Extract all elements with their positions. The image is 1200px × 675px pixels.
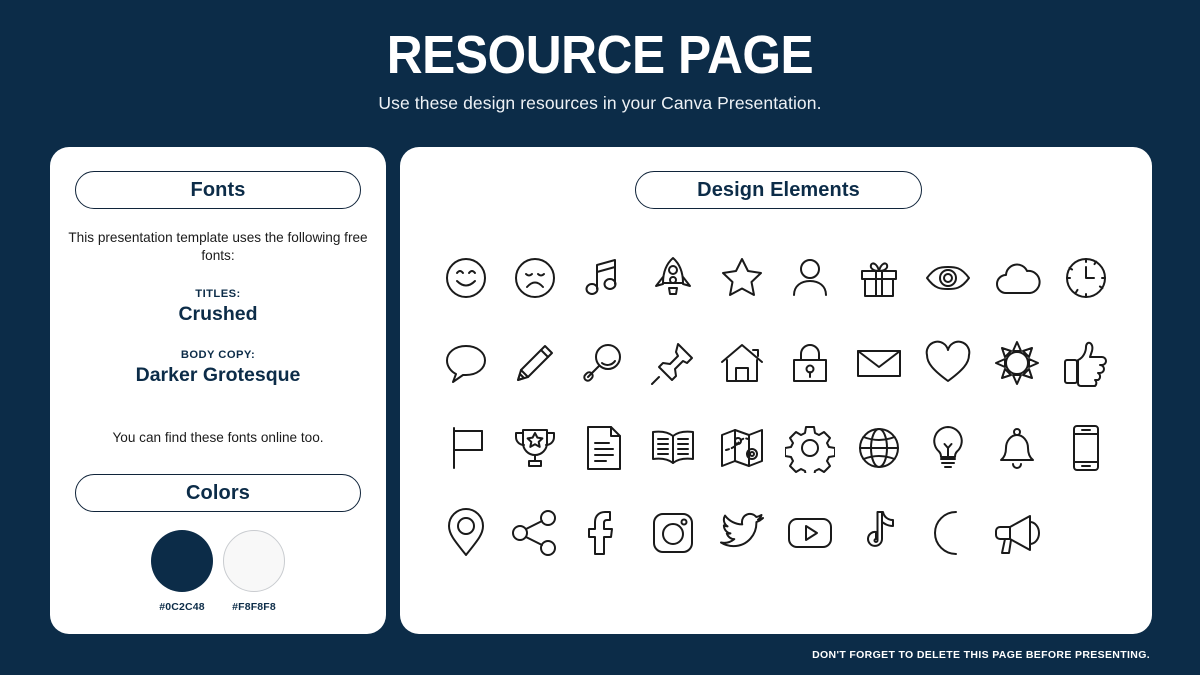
color-swatch-list: #0C2C48 #F8F8F8: [50, 530, 386, 613]
color-swatch-label: #0C2C48: [159, 601, 205, 613]
moon-icon[interactable]: [923, 508, 973, 558]
fonts-card: Fonts This presentation template uses th…: [50, 147, 386, 634]
fonts-intro-text: This presentation template uses the foll…: [68, 230, 368, 263]
instagram-icon[interactable]: [648, 508, 698, 558]
titles-font-group: TITLES: Crushed: [50, 288, 386, 326]
titles-font-kicker: TITLES:: [195, 288, 241, 300]
thumbs-up-icon[interactable]: [1061, 338, 1111, 388]
page-subtitle: Use these design resources in your Canva…: [378, 93, 822, 113]
design-elements-icon-grid: [432, 235, 1120, 575]
lightbulb-icon[interactable]: [923, 423, 973, 473]
cloud-icon[interactable]: [992, 253, 1042, 303]
envelope-icon[interactable]: [854, 338, 904, 388]
youtube-icon[interactable]: [785, 508, 835, 558]
design-elements-heading-pill: Design Elements: [635, 171, 922, 209]
color-swatch-dot: [151, 530, 213, 592]
colors-heading-label: Colors: [186, 481, 250, 504]
trophy-icon[interactable]: [510, 423, 560, 473]
map-icon[interactable]: [717, 423, 767, 473]
speech-bubble-icon[interactable]: [441, 338, 491, 388]
page-title: RESOURCE PAGE: [386, 25, 814, 85]
sun-icon[interactable]: [992, 338, 1042, 388]
facebook-icon[interactable]: [579, 508, 629, 558]
document-icon[interactable]: [579, 423, 629, 473]
smiley-face-icon[interactable]: [441, 253, 491, 303]
globe-icon[interactable]: [854, 423, 904, 473]
heart-icon[interactable]: [923, 338, 973, 388]
color-swatch-label: #F8F8F8: [232, 601, 276, 613]
house-icon[interactable]: [717, 338, 767, 388]
body-font-group: BODY COPY: Darker Grotesque: [50, 349, 386, 387]
color-swatch: #F8F8F8: [223, 530, 285, 613]
tiktok-icon[interactable]: [854, 508, 904, 558]
sad-face-icon[interactable]: [510, 253, 560, 303]
gift-icon[interactable]: [854, 253, 904, 303]
star-icon[interactable]: [717, 253, 767, 303]
magnifying-glass-icon[interactable]: [579, 338, 629, 388]
titles-font-name: Crushed: [178, 303, 258, 325]
color-swatch: #0C2C48: [151, 530, 213, 613]
smartphone-icon[interactable]: [1061, 423, 1111, 473]
pushpin-icon[interactable]: [648, 338, 698, 388]
body-font-kicker: BODY COPY:: [180, 349, 256, 361]
share-icon[interactable]: [510, 508, 560, 558]
body-font-name: Darker Grotesque: [135, 364, 301, 386]
footer-reminder-note: DON'T FORGET TO DELETE THIS PAGE BEFORE …: [812, 649, 1150, 661]
lock-icon[interactable]: [785, 338, 835, 388]
eye-icon[interactable]: [923, 253, 973, 303]
bell-icon[interactable]: [992, 423, 1042, 473]
rocket-icon[interactable]: [648, 253, 698, 303]
megaphone-icon[interactable]: [992, 508, 1042, 558]
fonts-online-note: You can find these fonts online too.: [112, 430, 324, 445]
design-elements-card: Design Elements: [400, 147, 1152, 634]
flag-icon[interactable]: [441, 423, 491, 473]
color-swatch-dot: [223, 530, 285, 592]
fonts-heading-pill: Fonts: [75, 171, 361, 209]
location-pin-icon[interactable]: [441, 508, 491, 558]
person-icon[interactable]: [785, 253, 835, 303]
open-book-icon[interactable]: [648, 423, 698, 473]
twitter-icon[interactable]: [717, 508, 767, 558]
fonts-heading-label: Fonts: [190, 178, 246, 201]
gear-icon[interactable]: [785, 423, 835, 473]
music-note-icon[interactable]: [579, 253, 629, 303]
pencil-icon[interactable]: [510, 338, 560, 388]
colors-heading-pill: Colors: [75, 474, 361, 512]
clock-icon[interactable]: [1061, 253, 1111, 303]
design-elements-heading-label: Design Elements: [697, 178, 860, 201]
